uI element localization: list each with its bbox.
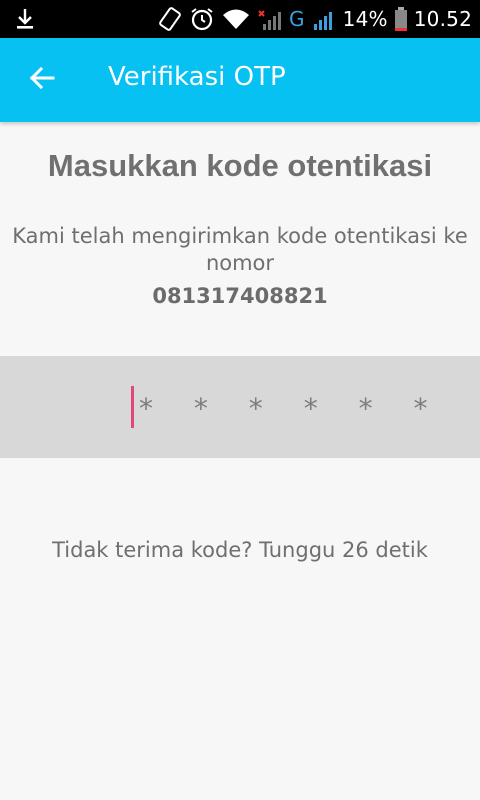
otp-input[interactable]: * * * * * *: [0, 356, 480, 458]
network-type: G: [288, 7, 305, 31]
heading: Masukkan kode otentikasi: [47, 148, 433, 183]
alarm-icon: [189, 6, 215, 32]
status-bar: G 14% 10.52: [0, 0, 480, 38]
download-icon: [14, 7, 36, 35]
wifi-icon: [221, 7, 251, 31]
battery-percent: 14%: [342, 7, 388, 31]
status-icons: G 14% 10.52: [157, 0, 472, 38]
description-line-2: nomor: [205, 251, 275, 275]
text-cursor: [131, 386, 134, 428]
battery-icon: [394, 6, 408, 32]
rotate-icon: [157, 6, 183, 32]
phone-number: 081317408821: [152, 284, 328, 308]
resend-countdown: Tidak terima kode? Tunggu 26 detik: [52, 538, 428, 562]
app-bar: Verifikasi OTP: [0, 38, 480, 122]
page-title: Verifikasi OTP: [108, 62, 286, 92]
description-line-1: Kami telah mengirimkan kode otentikasi k…: [12, 224, 468, 248]
signal-icon: [311, 6, 337, 32]
back-button[interactable]: [22, 60, 62, 100]
otp-placeholder: * * * * * *: [139, 392, 444, 425]
arrow-left-icon: [29, 66, 55, 94]
clock: 10.52: [413, 7, 472, 31]
signal-icon: [257, 6, 283, 32]
